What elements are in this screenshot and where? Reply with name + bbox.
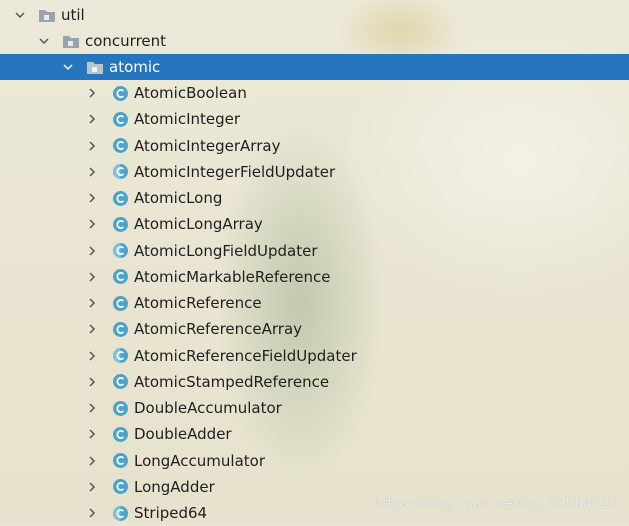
chevron-right-icon[interactable]: [84, 400, 100, 416]
tree-node-class[interactable]: AtomicIntegerFieldUpdater: [0, 159, 629, 185]
tree-node-class[interactable]: AtomicBoolean: [0, 80, 629, 106]
tree-node-label: LongAdder: [134, 477, 215, 496]
tree-node-util[interactable]: util: [0, 2, 629, 28]
tree-node-label: AtomicReference: [134, 294, 262, 312]
class-icon: [113, 479, 128, 495]
tree-node-concurrent[interactable]: concurrent: [0, 28, 629, 54]
chevron-right-icon[interactable]: [84, 295, 100, 311]
tree-node-class[interactable]: AtomicLong: [0, 185, 629, 211]
chevron-right-icon[interactable]: [84, 216, 100, 232]
tree-node-class[interactable]: DoubleAdder: [0, 421, 629, 447]
tree-node-class[interactable]: LongAccumulator: [0, 448, 629, 474]
chevron-down-icon[interactable]: [12, 7, 28, 23]
watermark-text: https://blog.csdn.net/qq_39504520: [373, 496, 619, 512]
class-icon: [113, 321, 128, 337]
tree-node-label: DoubleAdder: [134, 425, 232, 444]
tree-node-label: AtomicStampedReference: [134, 372, 330, 391]
tree-node-label: atomic: [109, 58, 161, 76]
tree-node-class[interactable]: AtomicStampedReference: [0, 369, 629, 395]
class-icon: [113, 426, 128, 442]
class-icon: [113, 453, 128, 468]
package-folder-icon: [39, 10, 55, 22]
chevron-right-icon[interactable]: [84, 269, 100, 285]
tree-node-class[interactable]: AtomicInteger: [0, 106, 629, 132]
chevron-right-icon[interactable]: [84, 164, 100, 180]
tree-node-label: AtomicLong: [134, 189, 223, 207]
class-icon: [113, 216, 128, 232]
abstract-class-icon: [113, 348, 128, 363]
tree-node-label: AtomicLongFieldUpdater: [134, 241, 318, 260]
tree-node-class[interactable]: AtomicIntegerArray: [0, 133, 629, 159]
abstract-class-icon: [113, 505, 128, 521]
tree-node-label: AtomicIntegerFieldUpdater: [134, 162, 336, 181]
tree-node-label: DoubleAccumulator: [134, 399, 282, 417]
tree-node-label: util: [61, 6, 85, 24]
abstract-class-icon: [113, 243, 128, 258]
chevron-right-icon[interactable]: [84, 426, 100, 442]
class-icon: [113, 138, 128, 153]
chevron-right-icon[interactable]: [84, 190, 100, 206]
chevron-down-icon[interactable]: [36, 33, 52, 49]
tree-node-label: AtomicLongArray: [134, 215, 263, 234]
chevron-right-icon[interactable]: [84, 138, 100, 154]
class-icon: [113, 295, 128, 311]
chevron-right-icon[interactable]: [84, 111, 100, 127]
tree-node-label: AtomicInteger: [134, 110, 241, 129]
class-icon: [113, 85, 128, 101]
class-icon: [113, 269, 128, 285]
tree-node-class[interactable]: AtomicLongArray: [0, 211, 629, 237]
tree-node-label: LongAccumulator: [134, 451, 266, 470]
class-icon: [113, 374, 128, 390]
chevron-right-icon[interactable]: [84, 85, 100, 101]
tree-node-class[interactable]: AtomicLongFieldUpdater: [0, 238, 629, 264]
chevron-right-icon[interactable]: [84, 348, 100, 364]
abstract-class-icon: [113, 164, 128, 180]
chevron-right-icon[interactable]: [84, 321, 100, 337]
chevron-right-icon[interactable]: [84, 453, 100, 469]
chevron-right-icon[interactable]: [84, 505, 100, 521]
tree-node-class[interactable]: AtomicReference: [0, 290, 629, 316]
chevron-down-icon[interactable]: [60, 59, 76, 75]
tree-node-label: AtomicReferenceFieldUpdater: [134, 346, 357, 365]
tree-node-label: AtomicBoolean: [134, 84, 247, 102]
tree-node-label: AtomicIntegerArray: [134, 136, 281, 155]
tree-node-atomic[interactable]: atomic: [0, 54, 629, 80]
package-folder-icon: [87, 62, 103, 74]
tree-node-class[interactable]: DoubleAccumulator: [0, 395, 629, 421]
class-icon: [113, 190, 128, 206]
tree-node-label: Striped64: [134, 504, 208, 522]
chevron-right-icon[interactable]: [84, 243, 100, 259]
tree-node-class[interactable]: AtomicMarkableReference: [0, 264, 629, 290]
package-folder-icon: [63, 36, 79, 48]
class-icon: [113, 400, 128, 416]
chevron-right-icon[interactable]: [84, 374, 100, 390]
chevron-right-icon[interactable]: [84, 479, 100, 495]
tree-node-label: AtomicReferenceArray: [134, 320, 303, 339]
tree-node-class[interactable]: AtomicReferenceFieldUpdater: [0, 343, 629, 369]
tree-node-class[interactable]: AtomicReferenceArray: [0, 316, 629, 342]
tree-node-label: AtomicMarkableReference: [134, 267, 331, 286]
tree-node-label: concurrent: [85, 32, 167, 50]
class-icon: [113, 111, 128, 127]
